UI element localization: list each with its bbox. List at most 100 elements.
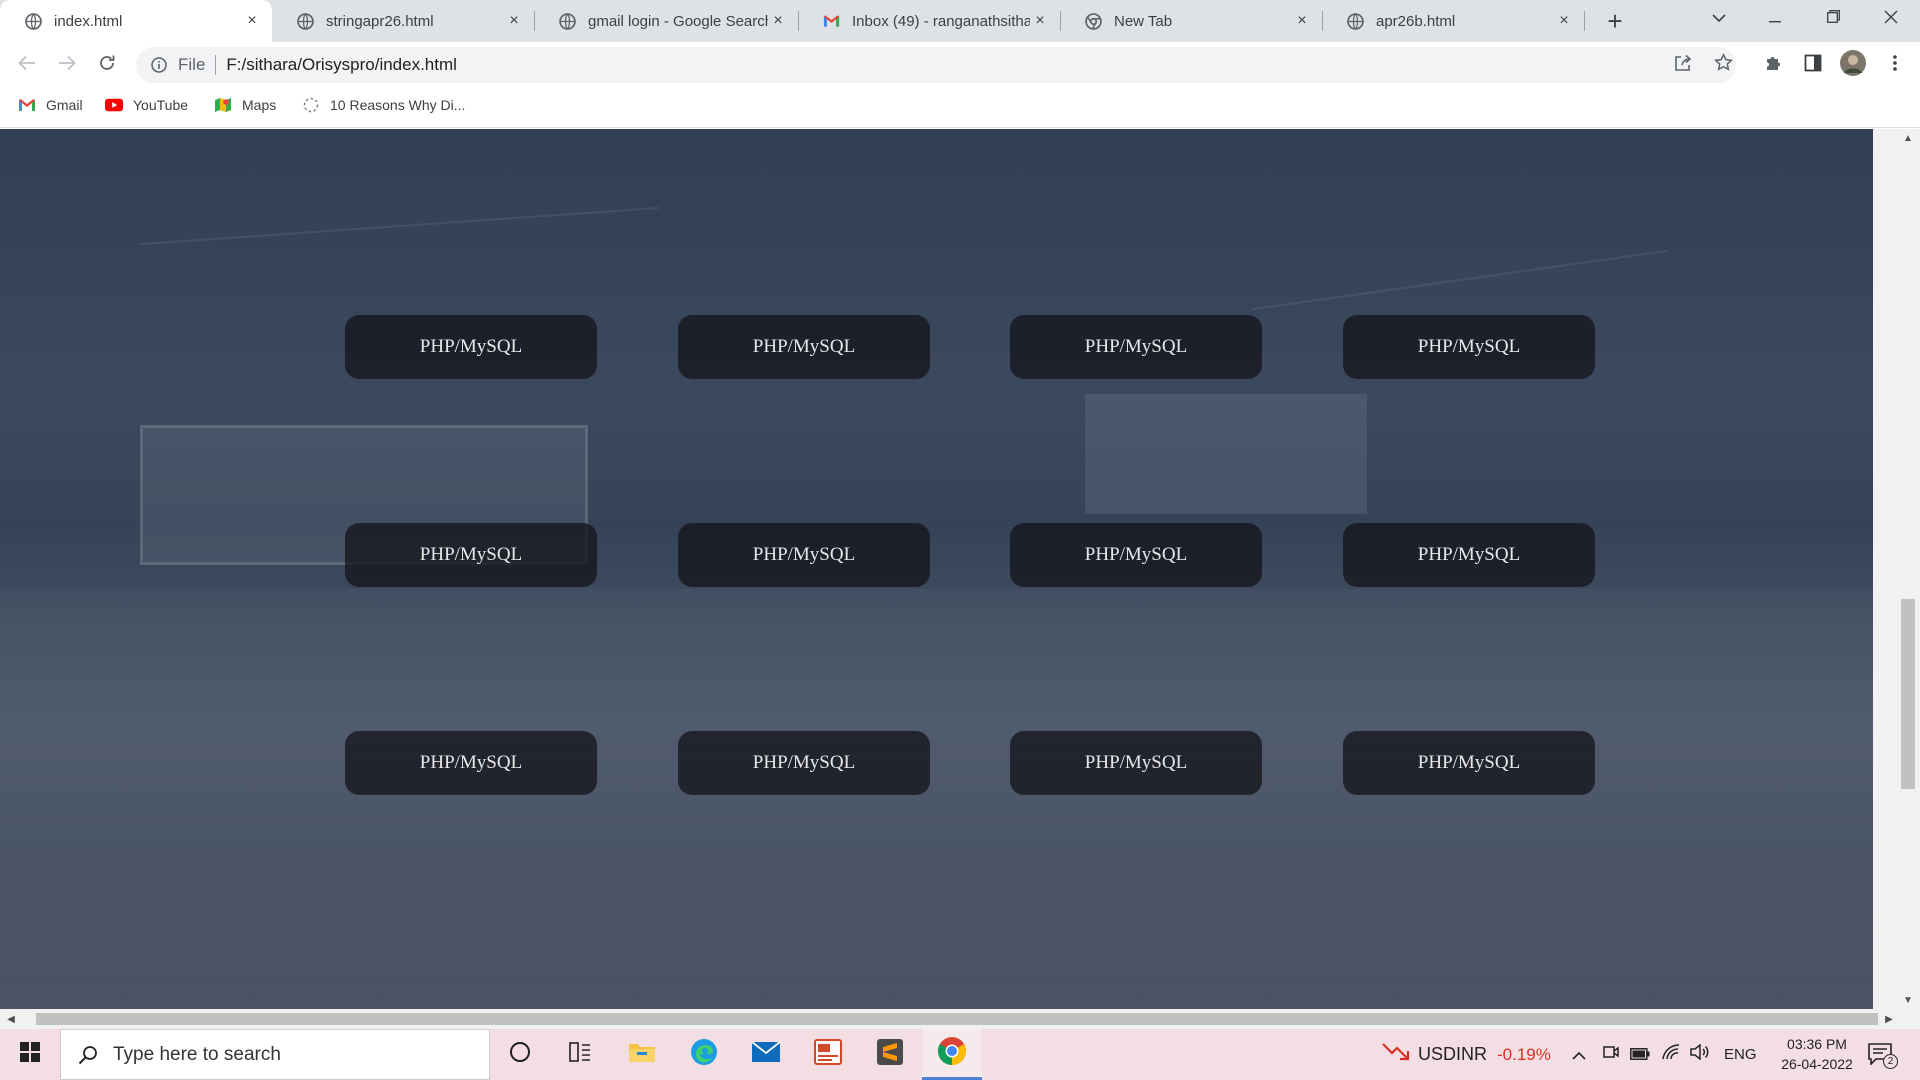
task-view-button[interactable]	[550, 1029, 610, 1080]
back-button[interactable]	[12, 50, 42, 80]
php-mysql-button[interactable]: PHP/MySQL	[1010, 731, 1262, 795]
url-text[interactable]: F:/sithara/Orisyspro/index.html	[226, 55, 457, 75]
php-mysql-button[interactable]: PHP/MySQL	[1343, 731, 1595, 795]
tab-inbox[interactable]: Inbox (49) - ranganathsitharam ×	[798, 0, 1060, 42]
close-icon[interactable]: ×	[1292, 11, 1312, 31]
start-button[interactable]	[0, 1029, 60, 1080]
avatar	[1839, 49, 1867, 82]
chrome-taskbar-button[interactable]	[922, 1029, 982, 1080]
edge-icon	[690, 1038, 718, 1071]
language-indicator[interactable]: ENG	[1724, 1029, 1757, 1080]
php-mysql-button[interactable]: PHP/MySQL	[345, 523, 597, 587]
forward-button[interactable]	[52, 50, 82, 80]
show-hidden-icons-button[interactable]	[1572, 1029, 1586, 1080]
tab-new-tab[interactable]: New Tab ×	[1060, 0, 1322, 42]
windows-taskbar: Type here to search USDINR -0.19% ENG 03…	[0, 1029, 1920, 1080]
restore-button[interactable]	[1810, 0, 1856, 38]
presentation-app-button[interactable]	[798, 1029, 858, 1080]
search-icon	[77, 1044, 99, 1066]
tab-apr26b[interactable]: apr26b.html ×	[1322, 0, 1584, 42]
wifi-icon	[1662, 1044, 1680, 1065]
screen: { "browser": { "tabs": [ {"title": "inde…	[0, 0, 1920, 1080]
php-mysql-button[interactable]: PHP/MySQL	[345, 315, 597, 379]
info-icon[interactable]	[150, 56, 168, 74]
tab-search-button[interactable]	[1696, 0, 1742, 38]
url-scheme: File	[178, 55, 206, 74]
php-mysql-button[interactable]: PHP/MySQL	[1010, 315, 1262, 379]
scroll-down-icon[interactable]: ▼	[1901, 993, 1915, 1007]
close-icon[interactable]: ×	[1030, 11, 1050, 31]
tab-stringapr26[interactable]: stringapr26.html ×	[272, 0, 534, 42]
globe-icon	[559, 12, 576, 30]
close-icon[interactable]: ×	[504, 11, 524, 31]
profile-avatar[interactable]	[1838, 49, 1868, 82]
scroll-up-icon[interactable]: ▲	[1901, 131, 1915, 145]
tab-title: stringapr26.html	[326, 12, 434, 30]
scroll-left-icon[interactable]: ◀	[4, 1012, 18, 1026]
php-mysql-button[interactable]: PHP/MySQL	[678, 731, 930, 795]
scroll-right-icon[interactable]: ▶	[1882, 1012, 1896, 1026]
reload-button[interactable]	[92, 50, 122, 80]
tab-index[interactable]: index.html ×	[0, 0, 272, 42]
bookmark-youtube[interactable]: YouTube	[105, 88, 188, 122]
bookmark-gmail[interactable]: Gmail	[18, 88, 83, 122]
php-mysql-button[interactable]: PHP/MySQL	[1343, 523, 1595, 587]
address-bar[interactable]: File F:/sithara/Orisyspro/index.html	[136, 47, 1736, 83]
tab-title: New Tab	[1114, 12, 1173, 30]
meet-now-button[interactable]	[1602, 1029, 1620, 1080]
chevron-up-icon	[1572, 1045, 1586, 1065]
new-tab-button[interactable]: +	[1600, 6, 1630, 36]
taskbar-search-box[interactable]: Type here to search	[60, 1029, 490, 1080]
youtube-icon	[105, 96, 123, 114]
chrome-icon	[1085, 12, 1102, 30]
php-mysql-button[interactable]: PHP/MySQL	[678, 523, 930, 587]
close-icon	[1884, 10, 1898, 29]
sublime-text-button[interactable]	[860, 1029, 920, 1080]
volume-button[interactable]	[1690, 1029, 1710, 1080]
side-panel-icon	[1804, 54, 1822, 77]
tab-strip: index.html × stringapr26.html × gmail lo…	[0, 0, 1920, 42]
php-mysql-button[interactable]: PHP/MySQL	[678, 315, 930, 379]
cortana-button[interactable]	[490, 1029, 550, 1080]
close-icon[interactable]: ×	[768, 11, 788, 31]
horizontal-scrollbar[interactable]: ◀ ▶	[0, 1009, 1920, 1029]
window-curtain	[1085, 394, 1367, 514]
minimize-button[interactable]	[1752, 0, 1798, 38]
file-explorer-button[interactable]	[612, 1029, 672, 1080]
php-mysql-button[interactable]: PHP/MySQL	[1010, 523, 1262, 587]
notifications-button[interactable]: 2	[1868, 1029, 1898, 1080]
puzzle-icon	[1764, 54, 1782, 77]
bookmark-label: YouTube	[133, 97, 189, 113]
close-icon[interactable]: ×	[242, 11, 262, 31]
browser-toolbar: File F:/sithara/Orisyspro/index.html	[0, 42, 1920, 88]
battery-icon	[1630, 1045, 1650, 1065]
vertical-scrollbar[interactable]: ▲ ▼	[1873, 129, 1920, 1009]
side-panel-button[interactable]	[1798, 50, 1828, 80]
sublime-text-icon	[876, 1038, 904, 1071]
maps-icon	[214, 96, 232, 114]
network-button[interactable]	[1662, 1029, 1680, 1080]
close-icon[interactable]: ×	[1554, 11, 1574, 31]
loading-icon	[302, 96, 320, 114]
horizontal-scroll-thumb[interactable]	[36, 1013, 1878, 1025]
php-mysql-button[interactable]: PHP/MySQL	[1343, 315, 1595, 379]
trend-down-icon	[1382, 1042, 1410, 1067]
edge-button[interactable]	[674, 1029, 734, 1080]
bookmark-star-button[interactable]	[1708, 50, 1738, 80]
mail-icon	[751, 1041, 781, 1068]
tab-gmail-search[interactable]: gmail login - Google Search ×	[534, 0, 798, 42]
taskbar-clock[interactable]: 03:36 PM 26-04-2022	[1762, 1034, 1872, 1074]
bookmark-maps[interactable]: Maps	[214, 88, 276, 122]
globe-icon	[25, 12, 42, 30]
mail-button[interactable]	[736, 1029, 796, 1080]
stock-ticker-widget[interactable]: USDINR -0.19%	[1382, 1029, 1551, 1080]
bookmark-10-reasons[interactable]: 10 Reasons Why Di...	[302, 88, 465, 122]
share-button[interactable]	[1668, 50, 1698, 80]
close-window-button[interactable]	[1868, 0, 1914, 38]
menu-button[interactable]	[1880, 50, 1910, 80]
vertical-scroll-thumb[interactable]	[1901, 599, 1915, 789]
extensions-button[interactable]	[1758, 50, 1788, 80]
battery-button[interactable]	[1630, 1029, 1650, 1080]
php-mysql-button[interactable]: PHP/MySQL	[345, 731, 597, 795]
restore-icon	[1826, 10, 1840, 28]
